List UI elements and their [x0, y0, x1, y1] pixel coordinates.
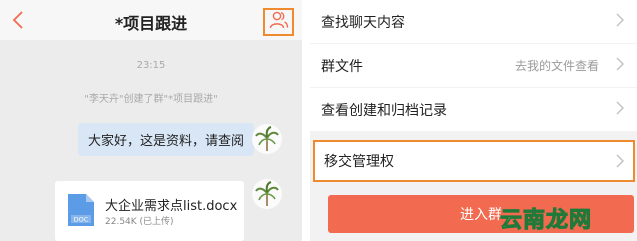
- chevron-right-icon: [615, 56, 625, 72]
- chevron-right-icon: [615, 12, 625, 28]
- chevron-right-icon: [615, 100, 625, 116]
- chevron-right-icon: [615, 153, 625, 169]
- avatar[interactable]: [252, 179, 282, 209]
- row-value: 去我的文件查看: [514, 59, 599, 73]
- chat-message-bubble[interactable]: 大家好，这是资料，请查阅: [78, 123, 255, 156]
- group-members-icon: [269, 11, 289, 33]
- row-label: 移交管理权: [324, 154, 394, 170]
- chat-panel: *项目跟进 23:15 "李天卉"创建了群"*项目跟进" 大家好，这是资料，请查…: [0, 0, 302, 241]
- group-files-row[interactable]: 群文件 去我的文件查看: [310, 44, 637, 87]
- file-size: 22.54K (已上传): [105, 217, 174, 227]
- archive-records-row[interactable]: 查看创建和归档记录: [310, 88, 637, 131]
- doc-file-icon: DOC: [66, 193, 96, 227]
- watermark: 云南龙网: [499, 208, 593, 234]
- row-label: 群文件: [321, 58, 363, 75]
- file-message-card[interactable]: DOC 大企业需求点list.docx 22.54K (已上传): [55, 181, 244, 241]
- search-chat-history-row[interactable]: 查找聊天内容: [310, 0, 637, 43]
- chat-title: *项目跟进: [114, 14, 188, 33]
- system-message: "李天卉"创建了群"*项目跟进": [84, 94, 218, 105]
- row-label: 查看创建和归档记录: [321, 102, 447, 119]
- avatar[interactable]: [252, 124, 282, 154]
- transfer-admin-row[interactable]: 移交管理权: [313, 140, 635, 182]
- file-name: 大企业需求点list.docx: [105, 199, 238, 214]
- chat-header: *项目跟进: [0, 0, 302, 40]
- doc-icon-label: DOC: [74, 216, 89, 224]
- row-label: 查找聊天内容: [321, 14, 405, 31]
- group-members-button[interactable]: [263, 8, 294, 36]
- message-timestamp: 23:15: [136, 60, 166, 71]
